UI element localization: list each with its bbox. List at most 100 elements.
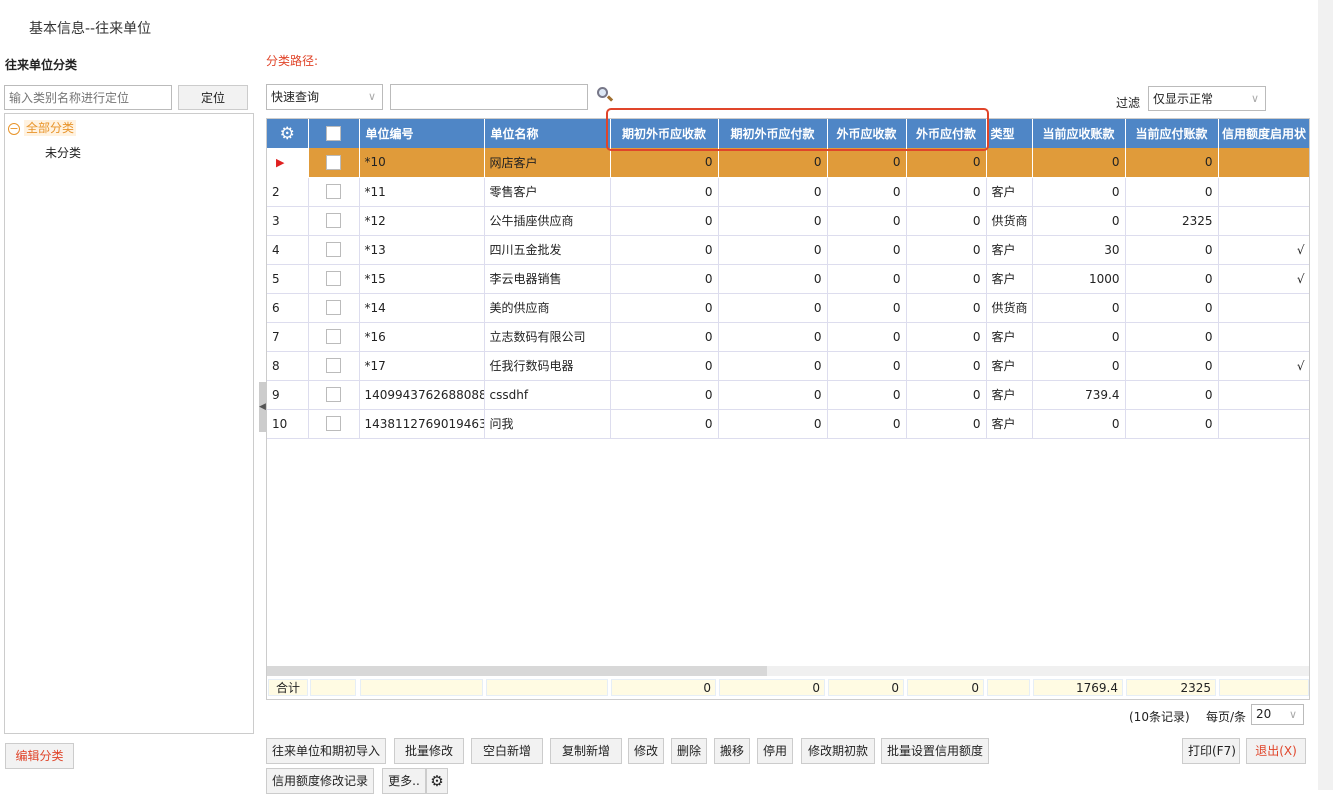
cell-credit-enabled bbox=[1218, 293, 1309, 323]
table-row[interactable]: 4 *13 四川五金批发 0 0 0 0 客户 30 0 √ bbox=[267, 235, 1309, 265]
table-row[interactable]: 6 *14 美的供应商 0 0 0 0 供货商 0 0 bbox=[267, 293, 1309, 323]
row-checkbox[interactable] bbox=[308, 177, 360, 207]
credit-history-button[interactable]: 信用额度修改记录 bbox=[266, 768, 374, 794]
cell-current-payable: 0 bbox=[1125, 264, 1219, 294]
action-button-0[interactable]: 往来单位和期初导入 bbox=[266, 738, 386, 764]
more-button[interactable]: 更多.. bbox=[382, 768, 426, 794]
table-row[interactable]: 3 *12 公牛插座供应商 0 0 0 0 供货商 0 2325 bbox=[267, 206, 1309, 236]
filter-select[interactable]: 仅显示正常 ∨ bbox=[1148, 86, 1266, 111]
chevron-down-icon: ∨ bbox=[1288, 708, 1297, 721]
col-current-payable[interactable]: 当前应付账款 bbox=[1125, 119, 1219, 148]
cell-type: 客户 bbox=[986, 351, 1033, 381]
row-checkbox[interactable] bbox=[308, 409, 360, 439]
col-type[interactable]: 类型 bbox=[986, 119, 1033, 148]
locate-button[interactable]: 定位 bbox=[178, 85, 248, 110]
cell-fx-payable: 0 bbox=[906, 380, 987, 410]
action-button-3[interactable]: 复制新增 bbox=[550, 738, 622, 764]
cell-init-fx-payable: 0 bbox=[718, 264, 828, 294]
sidebar-heading: 往来单位分类 bbox=[5, 58, 78, 72]
cell-name: 四川五金批发 bbox=[484, 235, 611, 265]
cell-name: cssdhf bbox=[484, 380, 611, 410]
table-row[interactable]: ▶ *10 网店客户 0 0 0 0 0 0 bbox=[267, 148, 1309, 178]
action-button-9[interactable]: 批量设置信用额度 bbox=[881, 738, 989, 764]
cell-fx-payable: 0 bbox=[906, 293, 987, 323]
action-button-7[interactable]: 停用 bbox=[757, 738, 793, 764]
page-scrollbar[interactable] bbox=[1318, 0, 1333, 790]
cell-code: *12 bbox=[359, 206, 485, 236]
table-row[interactable]: 5 *15 李云电器销售 0 0 0 0 客户 1000 0 √ bbox=[267, 264, 1309, 294]
cell-name: 公牛插座供应商 bbox=[484, 206, 611, 236]
category-search-input[interactable] bbox=[4, 85, 172, 110]
search-input[interactable] bbox=[390, 84, 588, 110]
table-row[interactable]: 7 *16 立志数码有限公司 0 0 0 0 客户 0 0 bbox=[267, 322, 1309, 352]
search-icon[interactable] bbox=[597, 87, 614, 105]
select-all-checkbox[interactable] bbox=[308, 119, 360, 148]
col-code[interactable]: 单位编号 bbox=[359, 119, 485, 148]
row-index: 3 bbox=[267, 206, 309, 236]
cell-credit-enabled bbox=[1218, 322, 1309, 352]
col-name[interactable]: 单位名称 bbox=[484, 119, 611, 148]
print-button[interactable]: 打印(F7) bbox=[1182, 738, 1240, 764]
row-checkbox[interactable] bbox=[308, 293, 360, 323]
table-row[interactable]: 9 14099437626880888 cssdhf 0 0 0 0 客户 739.4 0 bbox=[267, 380, 1309, 410]
cell-type: 客户 bbox=[986, 177, 1033, 207]
cell-current-payable: 0 bbox=[1125, 409, 1219, 439]
tree-item-uncategorized[interactable]: 未分类 bbox=[45, 144, 81, 161]
cell-current-receivable: 0 bbox=[1032, 293, 1126, 323]
filter-label: 过滤 bbox=[1116, 96, 1141, 110]
highlight-box bbox=[606, 108, 989, 151]
horizontal-scrollbar[interactable] bbox=[267, 666, 1309, 676]
cell-init-fx-payable: 0 bbox=[718, 409, 828, 439]
row-index: 10 bbox=[267, 409, 309, 439]
cell-code: *10 bbox=[359, 148, 485, 178]
row-checkbox[interactable] bbox=[308, 322, 360, 352]
settings-gear-icon[interactable]: ⚙ bbox=[426, 768, 448, 794]
table-row[interactable]: 10 14381127690194634 问我 0 0 0 0 客户 0 0 bbox=[267, 409, 1309, 439]
edit-category-button[interactable]: 编辑分类 bbox=[5, 743, 74, 769]
row-index: 5 bbox=[267, 264, 309, 294]
table-row[interactable]: 8 *17 任我行数码电器 0 0 0 0 客户 0 0 √ bbox=[267, 351, 1309, 381]
cell-credit-enabled: √ bbox=[1218, 264, 1309, 294]
per-page-select[interactable]: 20 ∨ bbox=[1251, 704, 1304, 725]
action-button-1[interactable]: 批量修改 bbox=[394, 738, 464, 764]
summary-init-fx-receivable: 0 bbox=[611, 679, 716, 696]
cell-current-receivable: 0 bbox=[1032, 148, 1126, 178]
cell-current-payable: 0 bbox=[1125, 380, 1219, 410]
row-checkbox[interactable] bbox=[308, 206, 360, 236]
tree-item-all[interactable]: − 全部分类 bbox=[8, 119, 77, 136]
action-button-4[interactable]: 修改 bbox=[628, 738, 664, 764]
chevron-down-icon: ∨ bbox=[1250, 92, 1259, 105]
action-button-6[interactable]: 搬移 bbox=[714, 738, 750, 764]
cell-init-fx-receivable: 0 bbox=[610, 177, 719, 207]
cell-init-fx-receivable: 0 bbox=[610, 206, 719, 236]
col-current-receivable[interactable]: 当前应收账款 bbox=[1032, 119, 1126, 148]
summary-fx-payable: 0 bbox=[907, 679, 984, 696]
summary-current-payable: 2325 bbox=[1126, 679, 1216, 696]
row-checkbox[interactable] bbox=[308, 148, 360, 178]
action-button-8[interactable]: 修改期初款 bbox=[801, 738, 875, 764]
table-row[interactable]: 2 *11 零售客户 0 0 0 0 客户 0 0 bbox=[267, 177, 1309, 207]
cell-credit-enabled bbox=[1218, 206, 1309, 236]
row-checkbox[interactable] bbox=[308, 351, 360, 381]
action-button-5[interactable]: 删除 bbox=[671, 738, 707, 764]
exit-button[interactable]: 退出(X) bbox=[1246, 738, 1306, 764]
column-settings-gear-icon[interactable]: ⚙ bbox=[267, 119, 309, 148]
action-button-2[interactable]: 空白新增 bbox=[471, 738, 543, 764]
row-checkbox[interactable] bbox=[308, 235, 360, 265]
cell-fx-payable: 0 bbox=[906, 322, 987, 352]
cell-fx-receivable: 0 bbox=[827, 409, 907, 439]
row-checkbox[interactable] bbox=[308, 380, 360, 410]
cell-fx-receivable: 0 bbox=[827, 380, 907, 410]
cell-current-payable: 2325 bbox=[1125, 206, 1219, 236]
chevron-down-icon: ∨ bbox=[367, 90, 376, 103]
col-credit-enabled[interactable]: 信用额度启用状 bbox=[1218, 119, 1309, 148]
cell-type: 供货商 bbox=[986, 206, 1033, 236]
quick-query-select[interactable]: 快速查询 ∨ bbox=[266, 84, 383, 110]
cell-current-payable: 0 bbox=[1125, 177, 1219, 207]
cell-credit-enabled bbox=[1218, 409, 1309, 439]
cell-fx-receivable: 0 bbox=[827, 206, 907, 236]
row-checkbox[interactable] bbox=[308, 264, 360, 294]
cell-current-receivable: 0 bbox=[1032, 206, 1126, 236]
cell-current-payable: 0 bbox=[1125, 322, 1219, 352]
cell-init-fx-payable: 0 bbox=[718, 293, 828, 323]
